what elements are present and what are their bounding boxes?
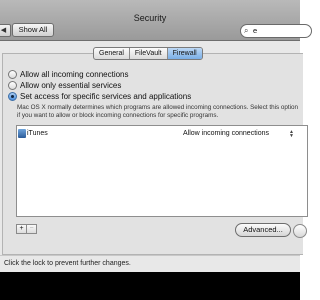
tab-general[interactable]: General <box>94 48 130 59</box>
option-label: Allow all incoming connections <box>20 70 129 79</box>
lock-message: Click the lock to prevent further change… <box>4 260 131 267</box>
show-all-button[interactable]: Show All <box>12 23 54 37</box>
back-button[interactable]: ◀ <box>0 24 11 37</box>
search-field[interactable]: ⌕ e <box>240 24 312 38</box>
radio-button[interactable] <box>8 70 17 79</box>
remove-button[interactable]: − <box>27 224 37 234</box>
title-bar: Security ◀ Show All ⌕ e <box>0 0 312 41</box>
tab-firewall[interactable]: Firewall <box>167 48 202 59</box>
chevron-updown-icon[interactable]: ▲ ▼ <box>289 130 294 139</box>
firewall-panel: Allow all incoming connections Allow onl… <box>2 53 308 255</box>
application-list[interactable]: iTunes Allow incoming connections ▲ ▼ <box>16 125 308 217</box>
search-input-value[interactable]: e <box>253 25 257 37</box>
preferences-pane: General FileVault Firewall Allow all inc… <box>0 41 308 255</box>
window-title: Security <box>133 13 167 23</box>
option-essential-only[interactable]: Allow only essential services <box>8 81 121 90</box>
itunes-app-icon <box>18 129 26 138</box>
access-popup[interactable]: Allow incoming connections <box>183 129 269 139</box>
app-name: iTunes <box>27 130 48 137</box>
radio-button[interactable] <box>8 81 17 90</box>
add-button[interactable]: + <box>16 224 27 234</box>
window-shadow <box>0 272 300 300</box>
add-remove-controls: + − <box>16 224 37 234</box>
tab-filevault[interactable]: FileVault <box>130 48 168 59</box>
tab-bar: General FileVault Firewall <box>93 47 203 60</box>
option-specific-access[interactable]: Set access for specific services and app… <box>8 92 191 101</box>
help-button[interactable] <box>293 224 307 238</box>
option-label: Set access for specific services and app… <box>20 92 192 101</box>
firewall-description: Mac OS X normally determines which progr… <box>17 104 299 119</box>
option-label: Allow only essential services <box>20 81 122 90</box>
magnifier-icon: ⌕ <box>244 26 249 35</box>
advanced-button[interactable]: Advanced... <box>235 223 291 237</box>
option-allow-all[interactable]: Allow all incoming connections <box>8 70 129 79</box>
list-item[interactable]: iTunes Allow incoming connections ▲ ▼ <box>17 129 307 139</box>
radio-button-selected[interactable] <box>8 92 17 101</box>
lock-bar: Click the lock to prevent further change… <box>0 255 300 273</box>
